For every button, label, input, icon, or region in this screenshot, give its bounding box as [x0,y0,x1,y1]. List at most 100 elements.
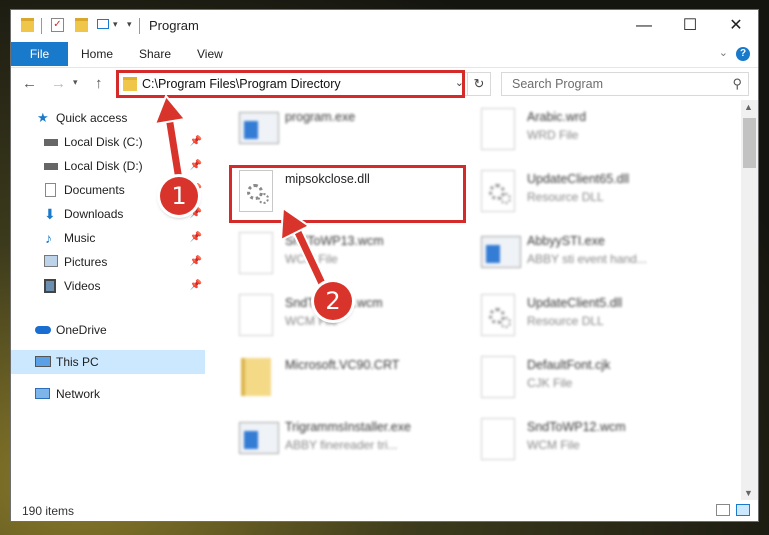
properties-icon[interactable]: ✓ [51,18,64,32]
vertical-scrollbar[interactable]: ▲ ▼ [741,100,758,500]
file-icon [481,356,515,398]
new-folder-icon[interactable] [75,18,88,32]
file-item[interactable]: Microsoft.VC90.CRT [235,354,465,406]
cloud-icon [35,326,51,334]
pin-icon[interactable]: 📌 [190,154,202,178]
file-type: CJK File [527,376,573,390]
sidebar-item-label: Downloads [64,207,124,221]
pin-icon[interactable]: 📌 [190,226,202,250]
pin-icon[interactable]: 📌 [190,250,202,274]
file-type: WRD File [527,128,579,142]
recent-locations-icon[interactable]: ▾ [73,77,78,88]
maximize-button[interactable]: ☐ [667,10,713,42]
file-name: Microsoft.VC90.CRT [285,358,400,372]
search-icon[interactable]: ⚲ [732,76,742,92]
tab-home[interactable]: Home [81,42,113,66]
file-item[interactable]: UpdateClient5.dll Resource DLL [477,292,707,344]
file-name: UpdateClient5.dll [527,296,623,310]
sidebar-item-onedrive[interactable]: OneDrive [11,318,205,342]
file-highlight-box [229,165,466,223]
tab-share[interactable]: Share [139,42,171,66]
music-icon: ♪ [45,230,52,246]
file-type: Resource DLL [527,314,604,328]
help-icon[interactable]: ? [736,47,750,61]
window-title: Program [149,18,199,33]
folder-icon [21,18,34,32]
search-input[interactable]: Search Program ⚲ [501,72,749,96]
up-arrow-icon[interactable]: ↑ [95,75,103,92]
pictures-icon [44,255,58,267]
customize-toolbar-icon[interactable] [97,19,109,29]
file-item[interactable]: TrigrammsInstaller.exe ABBY finereader t… [235,416,465,468]
minimize-button[interactable]: — [621,10,667,42]
pin-icon[interactable]: 📌 [190,130,202,154]
star-icon: ★ [37,110,49,125]
scrollbar-thumb[interactable] [743,118,756,168]
callout-badge-2: 2 [314,282,352,320]
back-arrow-icon[interactable]: ← [22,75,37,92]
scroll-up-icon[interactable]: ▲ [744,102,753,112]
drive-icon [44,163,58,170]
pin-icon[interactable]: 📌 [190,274,202,298]
file-item[interactable]: DefaultFont.cjk CJK File [477,354,707,406]
refresh-icon[interactable]: ↻ [467,73,490,95]
sidebar-item-pictures[interactable]: Pictures 📌 [11,250,205,274]
gear-icon [500,193,511,204]
sidebar-item-label: Local Disk (D:) [64,159,143,173]
explorer-window: ✓ ▾ ▾ Program — ☐ ✕ File Home Share View… [10,9,759,522]
file-type: ABBY sti event hand... [527,252,647,266]
sidebar-item-label: OneDrive [56,323,107,337]
file-name: SndToWP13.wcm [285,234,384,248]
file-item[interactable]: SndToWP13.wcm WCM File [235,230,465,282]
chevron-down-icon[interactable]: ▾ [113,19,118,30]
dll-file-icon [481,170,515,212]
sidebar-item-videos[interactable]: Videos 📌 [11,274,205,298]
file-type: WCM File [527,438,580,452]
file-name: program.exe [285,110,356,124]
file-item[interactable]: SndToWP12.wcm WCM File [477,416,707,468]
file-list: program.exe Arabic.wrd WRD File mipsokcl… [225,100,740,500]
exe-file-icon [481,236,521,268]
file-name: SndToWP12.wcm [527,420,626,434]
expand-ribbon-icon[interactable]: ⌄ [719,46,728,59]
callout-badge-1: 1 [160,177,198,215]
file-type: Resource DLL [527,190,604,204]
large-icons-view-icon[interactable] [736,504,750,516]
forward-arrow-icon[interactable]: → [51,75,66,92]
file-icon [239,232,273,274]
exe-file-icon [239,112,279,144]
sidebar-item-label: This PC [56,355,99,369]
file-icon [481,418,515,460]
address-highlight-box [116,70,465,98]
sidebar-item-label: Music [64,231,96,245]
sidebar-item-music[interactable]: ♪ Music 📌 [11,226,205,250]
file-item[interactable]: Arabic.wrd WRD File [477,106,707,158]
file-item[interactable]: program.exe [235,106,465,158]
divider [139,18,140,34]
file-name: TrigrammsInstaller.exe [285,420,411,434]
sidebar-item-this-pc[interactable]: This PC [11,350,205,374]
file-type: ABBY finereader tri... [285,438,398,452]
tab-file[interactable]: File [11,42,68,66]
file-type: WCM File [285,252,338,266]
sidebar-item-label: Pictures [64,255,108,269]
file-item[interactable]: UpdateClient65.dll Resource DLL [477,168,707,220]
item-count: 190 items [22,504,75,518]
gear-icon [500,317,511,328]
dropdown-arrow-icon[interactable]: ▾ [127,19,132,30]
sidebar-item-label: Videos [64,279,101,293]
file-name: UpdateClient65.dll [527,172,630,186]
sidebar-item-label: Documents [64,183,125,197]
navigation-bar: ← → ▾ ↑ C:\Program Files\Program Directo… [11,67,758,100]
tab-view[interactable]: View [197,42,223,66]
details-view-icon[interactable] [716,504,730,516]
scroll-down-icon[interactable]: ▼ [744,488,753,498]
file-item[interactable]: AbbyySTI.exe ABBY sti event hand... [477,230,707,282]
sidebar-item-local-disk-c[interactable]: Local Disk (C:) 📌 [11,130,205,154]
sidebar-item-quick-access[interactable]: ★ Quick access [11,106,205,130]
sidebar-item-local-disk-d[interactable]: Local Disk (D:) 📌 [11,154,205,178]
sidebar-item-network[interactable]: Network [11,382,205,406]
close-button[interactable]: ✕ [713,10,758,42]
download-icon: ⬇ [44,206,56,222]
file-name: DefaultFont.cjk [527,358,611,372]
